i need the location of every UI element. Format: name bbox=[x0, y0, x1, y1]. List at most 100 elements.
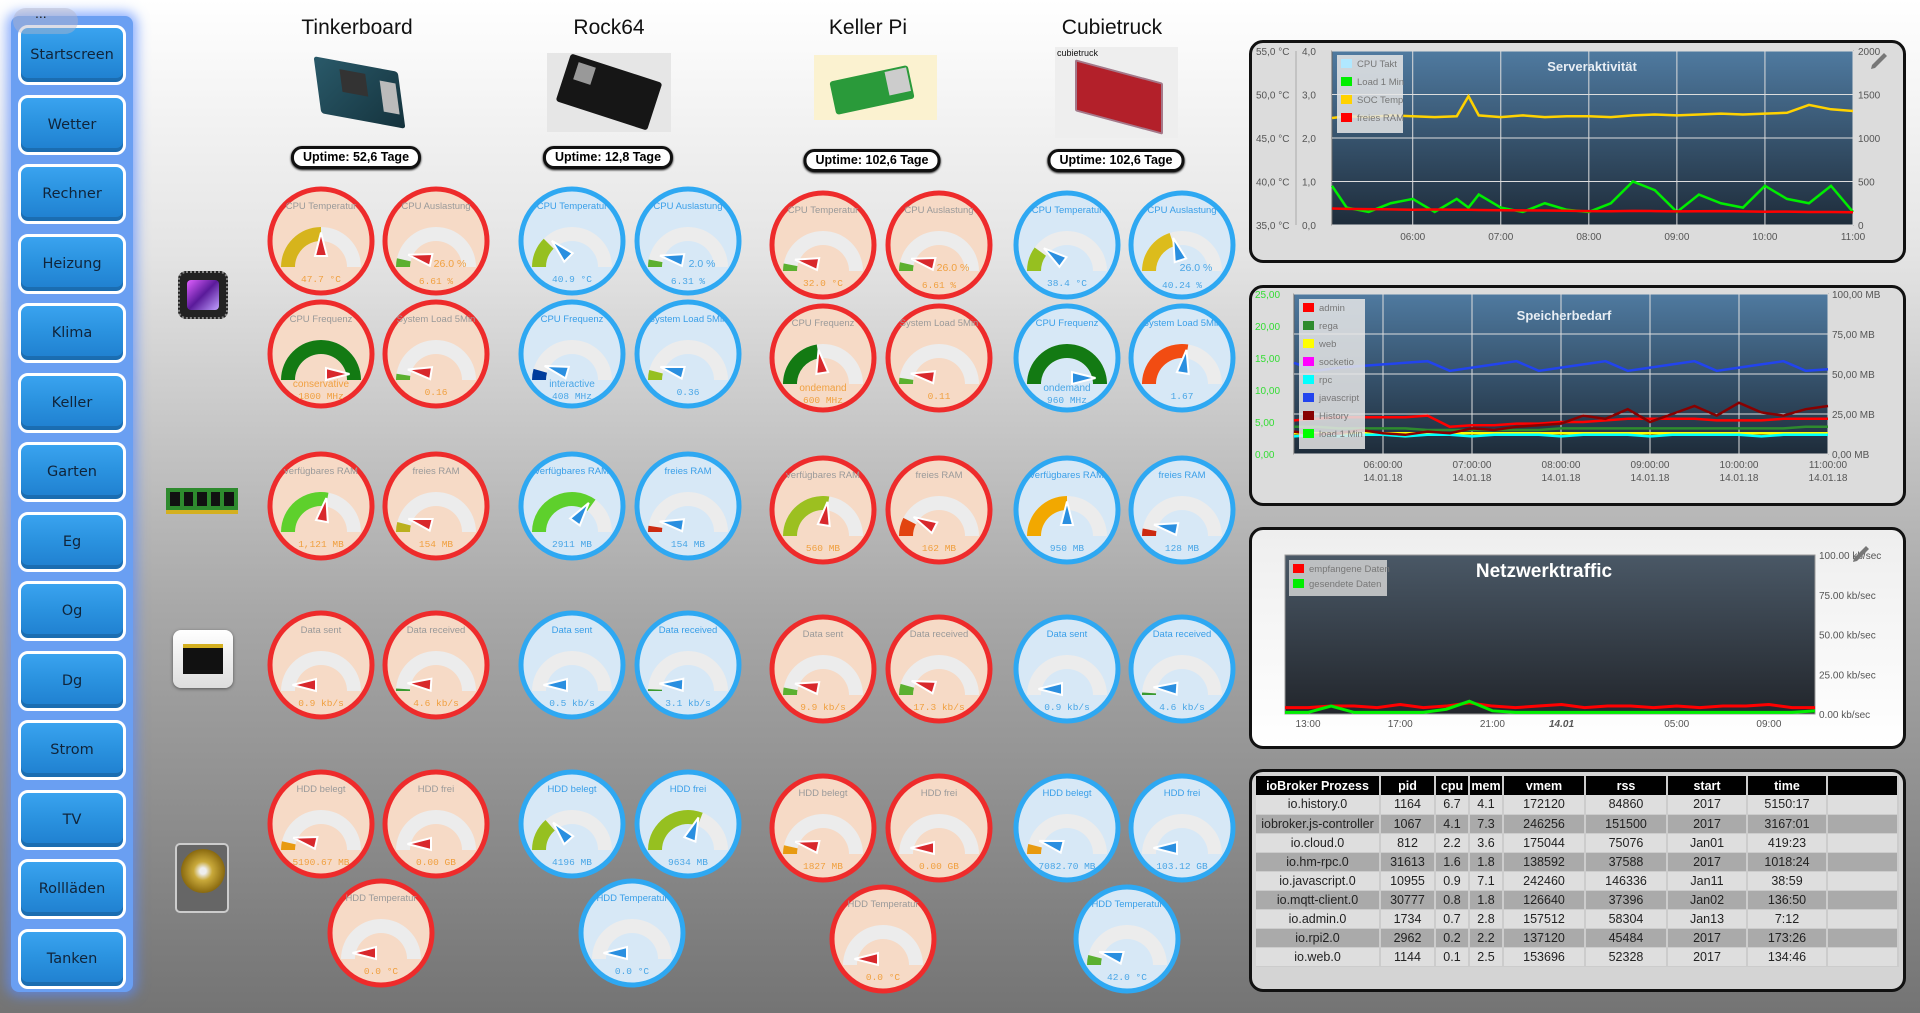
table-cell bbox=[1827, 871, 1899, 891]
table-row: io.history.0 1164 6.7 4.1 172120 84860 2017 515… bbox=[1256, 795, 1899, 815]
gauge-value: 1,121 MB bbox=[298, 539, 344, 550]
legend-entry: freies RAM bbox=[1357, 113, 1404, 124]
sidebar-item-strom[interactable]: Strom bbox=[18, 720, 126, 780]
legend-swatch bbox=[1293, 564, 1304, 573]
gauge-cpu-frequenz: CPU Frequenz interactive 408 MHz bbox=[516, 298, 628, 410]
sidebar-item-og[interactable]: Og bbox=[18, 581, 126, 641]
uptime-badge: Uptime: 102,6 Tage bbox=[1047, 149, 1185, 172]
gauge-value: 0.0 °C bbox=[866, 972, 901, 983]
sidebar-item-startscreen[interactable]: Startscreen bbox=[18, 25, 126, 85]
table-cell: 2017 bbox=[1667, 947, 1748, 967]
table-cell: 246256 bbox=[1503, 814, 1586, 834]
gauge-label: HDD Temperatur bbox=[847, 899, 918, 910]
gauge-cpu-temperatur: CPU Temperatur 38.4 °C bbox=[1011, 189, 1123, 301]
table-row: io.admin.0 1734 0.7 2.8 157512 58304 Jan13 7:12 bbox=[1256, 909, 1899, 929]
table-cell: 31613 bbox=[1380, 852, 1436, 872]
uptime-badge: Uptime: 102,6 Tage bbox=[803, 149, 941, 172]
y-tick-label-right: 1500 bbox=[1858, 91, 1881, 102]
chart-netzwerktraffic: 13:00 17:00 21:00 14.01 05:00 09:00 0.00 kb/se… bbox=[1284, 546, 1881, 730]
gauge-value: 17.3 kb/s bbox=[913, 702, 964, 713]
gauge-mode: ondemand bbox=[1043, 383, 1090, 394]
legend-swatch bbox=[1303, 411, 1314, 420]
gauge-cpu-auslastung: CPU Auslastung 26.0 % 6.61 % bbox=[883, 189, 995, 301]
gauge-cpu-auslastung: CPU Auslastung 2.0 % 6.31 % bbox=[632, 185, 744, 297]
sidebar-item-rechner[interactable]: Rechner bbox=[18, 164, 126, 224]
legend-swatch bbox=[1303, 357, 1314, 366]
y-tick-label-left: 5,00 bbox=[1255, 418, 1275, 429]
table-cell: 0.2 bbox=[1435, 928, 1470, 948]
table-cell: 0.1 bbox=[1435, 947, 1470, 967]
sidebar-item-keller[interactable]: Keller bbox=[18, 372, 126, 433]
gauge-verfügbares-ram: verfügbares RAM 950 MB bbox=[1011, 454, 1123, 566]
table-cell: 2.2 bbox=[1435, 833, 1470, 853]
legend-swatch bbox=[1303, 339, 1314, 348]
gauge-system-load-5min: System Load 5Min 0.36 bbox=[632, 298, 744, 410]
y-tick-label-load: 3,0 bbox=[1302, 91, 1316, 102]
gauge-label: freies RAM bbox=[413, 466, 460, 477]
x-tick-date: 14.01.18 bbox=[1809, 473, 1848, 484]
gauge-label: CPU Temperatur bbox=[286, 201, 357, 212]
y-tick-label-temp: 40,0 °C bbox=[1256, 178, 1289, 189]
gauge-value: 42.0 °C bbox=[1107, 972, 1147, 983]
table-cell: io.history.0 bbox=[1256, 795, 1381, 815]
x-tick-label: 08:00:00 bbox=[1542, 460, 1581, 471]
sidebar-item-klima[interactable]: Klima bbox=[18, 303, 126, 363]
sidebar-item-rollläden[interactable]: Rollläden bbox=[18, 859, 126, 919]
gauge-label: CPU Frequenz bbox=[541, 314, 604, 325]
table-cell: 1144 bbox=[1380, 947, 1436, 967]
x-tick-date: 14.01.18 bbox=[1542, 473, 1581, 484]
gauge-cpu-temperatur: CPU Temperatur 32.0 °C bbox=[767, 189, 879, 301]
table-cell: Jan13 bbox=[1667, 909, 1748, 929]
table-cell bbox=[1827, 833, 1899, 853]
gauge-value: 103.12 GB bbox=[1156, 861, 1208, 872]
legend-swatch bbox=[1303, 393, 1314, 402]
table-cell: 419:23 bbox=[1747, 833, 1828, 853]
sidebar-item-dg[interactable]: Dg bbox=[18, 650, 126, 711]
table-cell: 0.8 bbox=[1435, 890, 1470, 910]
gauge-label: HDD belegt bbox=[798, 788, 847, 799]
sidebar-item-tanken[interactable]: Tanken bbox=[18, 928, 126, 989]
column-header bbox=[1827, 776, 1899, 795]
table-cell: 52328 bbox=[1585, 947, 1668, 967]
table-cell bbox=[1827, 814, 1899, 834]
table-cell: 5150:17 bbox=[1747, 795, 1828, 815]
gauge-value: 128 MB bbox=[1165, 543, 1200, 554]
x-tick-label: 09:00 bbox=[1664, 232, 1689, 243]
gauge-value: 6.61 % bbox=[922, 280, 957, 291]
process-table-panel: ioBroker Prozess pid cpu mem vmem rss start tim… bbox=[1249, 769, 1906, 992]
gauge-label: CPU Temperatur bbox=[1032, 205, 1103, 216]
sidebar-item-wetter[interactable]: Wetter bbox=[18, 94, 126, 155]
gauge-label: HDD belegt bbox=[296, 784, 345, 795]
chart-serveraktivitaet: 06:00 07:00 08:00 09:00 10:00 11:00 35,0 °C 0,0… bbox=[1256, 47, 1887, 243]
sidebar-item-heizung[interactable]: Heizung bbox=[18, 233, 126, 294]
x-tick-label: 17:00 bbox=[1388, 719, 1413, 730]
chart-serveraktivitaet-panel: 06:00 07:00 08:00 09:00 10:00 11:00 35,0 °C 0,0… bbox=[1249, 40, 1906, 263]
table-cell: iobroker.js-controller bbox=[1256, 814, 1381, 834]
table-cell: 157512 bbox=[1503, 909, 1586, 929]
y-tick-label: 100.00 kb/sec bbox=[1819, 551, 1881, 562]
gauge-value: 2911 MB bbox=[552, 539, 592, 550]
gauge-extra-value: 26.0 % bbox=[937, 262, 970, 274]
legend-entry: Load 1 Min bbox=[1357, 77, 1404, 88]
table-cell: Jan02 bbox=[1667, 890, 1748, 910]
gauge-label: HDD frei bbox=[921, 788, 957, 799]
y-tick-label-load: 2,0 bbox=[1302, 134, 1316, 145]
x-tick-date: 14.01.18 bbox=[1453, 473, 1492, 484]
sidebar-item-garten[interactable]: Garten bbox=[18, 442, 126, 502]
sidebar-item-eg[interactable]: Eg bbox=[18, 511, 126, 572]
table-cell: 1067 bbox=[1380, 814, 1436, 834]
y-tick-label-left: 15,00 bbox=[1255, 354, 1280, 365]
uptime-badge: Uptime: 12,8 Tage bbox=[542, 146, 674, 169]
sidebar-item-tv[interactable]: TV bbox=[18, 789, 126, 850]
device-photo bbox=[814, 55, 937, 120]
gauge-mode: conservative bbox=[293, 379, 350, 390]
gauge-system-load-5min: System Load 5Min 0.11 bbox=[883, 302, 995, 414]
gauge-value: 0.0 °C bbox=[364, 966, 399, 977]
menu-dots-button[interactable]: ... bbox=[13, 6, 78, 34]
table-cell: 2017 bbox=[1667, 814, 1748, 834]
cpu-chip-icon bbox=[178, 271, 228, 319]
gauge-label: CPU Frequenz bbox=[792, 318, 855, 329]
table-cell: 0.7 bbox=[1435, 909, 1470, 929]
gauge-value: 154 MB bbox=[671, 539, 706, 550]
ram-module-icon bbox=[166, 488, 238, 514]
